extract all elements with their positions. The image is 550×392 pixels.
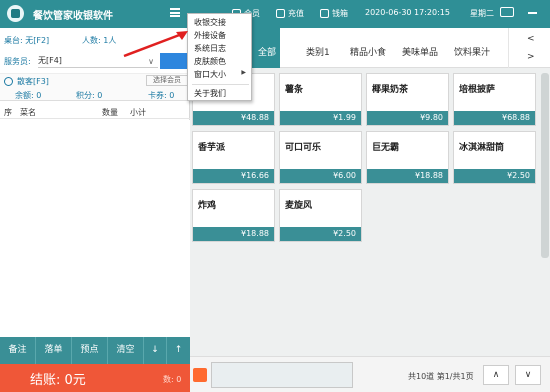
- submenu-arrow-icon: ▶: [241, 69, 246, 76]
- product-price: ¥1.99: [280, 111, 361, 125]
- product-name: 冰淇淋甜筒: [459, 143, 505, 153]
- product-name: 麦旋风: [285, 201, 313, 211]
- barcode-scan-icon[interactable]: [193, 368, 207, 382]
- product-price: ¥68.88: [454, 111, 535, 125]
- product-card[interactable]: 炸鸡 ¥18.88: [192, 189, 275, 242]
- menu-item-window-size[interactable]: 窗口大小 ▶: [194, 69, 249, 80]
- move-up-button[interactable]: ↑: [167, 337, 190, 364]
- app-window: 餐饮管家收银软件 会员 充值 钱箱 2020-06-30 17:20:15 星期…: [0, 0, 550, 392]
- product-grid: ¥48.88 薯条 ¥1.99 椰果奶茶 ¥9.80 培根披萨 ¥68.88 香…: [192, 73, 542, 333]
- recharge-icon: [276, 9, 285, 18]
- product-price: ¥9.80: [367, 111, 448, 125]
- tab-snacks[interactable]: 精品小食: [350, 45, 386, 58]
- member-points: 积分: 0: [76, 91, 103, 100]
- select-member-button[interactable]: 选择会员: [146, 75, 188, 86]
- tab-category1[interactable]: 类别1: [306, 45, 330, 58]
- product-card[interactable]: 巨无霸 ¥18.88: [366, 131, 449, 184]
- col-index: 序: [4, 108, 12, 117]
- order-list[interactable]: [0, 120, 190, 360]
- waiter-value: 无[F4]: [38, 56, 62, 65]
- people-info[interactable]: 人数: 1人: [82, 35, 116, 46]
- search-input[interactable]: [211, 362, 353, 388]
- product-name: 巨无霸: [372, 143, 400, 153]
- col-dish-name: 菜名: [20, 108, 36, 117]
- keyboard-icon[interactable]: [500, 7, 514, 17]
- checkout-button[interactable]: 结账: 0元 数: 0: [0, 364, 190, 392]
- checkout-label: 结账: 0元: [30, 373, 86, 388]
- category-scroll: < >: [508, 28, 550, 68]
- product-scrollbar[interactable]: [541, 73, 549, 258]
- product-card[interactable]: 冰淇淋甜筒 ¥2.50: [453, 131, 536, 184]
- item-count: 数: 0: [163, 375, 182, 384]
- cashbox-button[interactable]: 钱箱: [320, 8, 348, 19]
- menu-item-external-devices[interactable]: 外接设备: [194, 30, 226, 41]
- clear-button[interactable]: 清空: [108, 337, 144, 364]
- move-down-button[interactable]: ↓: [144, 337, 167, 364]
- chevron-right-icon[interactable]: >: [527, 52, 535, 62]
- chevron-left-icon[interactable]: <: [527, 34, 535, 44]
- table-info[interactable]: 桌台: 无[F2]: [4, 35, 49, 46]
- product-price: ¥16.66: [193, 169, 274, 183]
- menu-item-shift-handover[interactable]: 收银交接: [194, 17, 226, 28]
- tab-all[interactable]: 全部: [258, 45, 276, 58]
- product-name: 香芋派: [198, 143, 226, 153]
- recharge-button[interactable]: 充值: [276, 8, 304, 19]
- product-name: 椰果奶茶: [372, 85, 409, 95]
- cashbox-icon: [320, 9, 329, 18]
- tab-drinks[interactable]: 饮料果汁: [454, 45, 490, 58]
- order-panel: 桌台: 无[F2] 人数: 1人 服务员: 无[F4] ∨ 散客[F3] 选择会…: [0, 28, 190, 392]
- product-card[interactable]: 培根披萨 ¥68.88: [453, 73, 536, 126]
- member-card-coupon: 卡券: 0: [148, 91, 175, 100]
- product-card[interactable]: 麦旋风 ¥2.50: [279, 189, 362, 242]
- cashbox-label: 钱箱: [332, 9, 348, 18]
- product-name: 可口可乐: [285, 143, 322, 153]
- prev-page-button[interactable]: ∧: [483, 365, 509, 385]
- waiter-label: 服务员:: [4, 57, 31, 66]
- product-price: ¥18.88: [193, 227, 274, 241]
- minimize-icon[interactable]: [528, 12, 537, 14]
- product-card[interactable]: 椰果奶茶 ¥9.80: [366, 73, 449, 126]
- product-price: ¥2.50: [454, 169, 535, 183]
- member-balance: 余额: 0: [15, 91, 42, 100]
- product-card[interactable]: 可口可乐 ¥6.00: [279, 131, 362, 184]
- menu-icon[interactable]: [170, 8, 180, 17]
- menu-item-about[interactable]: 关于我们: [194, 88, 226, 99]
- tab-singles[interactable]: 美味单品: [402, 45, 438, 58]
- menu-item-system-log[interactable]: 系统日志: [194, 43, 226, 54]
- menu-item-window-size-label: 窗口大小: [194, 70, 226, 79]
- system-menu-dropdown: 收银交接 外接设备 系统日志 皮肤颜色 窗口大小 ▶ 关于我们: [187, 13, 252, 101]
- top-bar: 餐饮管家收银软件 会员 充值 钱箱 2020-06-30 17:20:15 星期…: [0, 0, 550, 28]
- app-logo-icon: [7, 5, 24, 22]
- datetime-display: 2020-06-30 17:20:15: [365, 8, 450, 17]
- app-title: 餐饮管家收银软件: [33, 11, 113, 22]
- order-action-bar: 备注 落单 预点 清空 ↓ ↑: [0, 337, 190, 364]
- pagination-info: 共10道 第1/共1页: [408, 372, 474, 381]
- annotation-arrow-icon: [123, 31, 188, 58]
- chevron-down-icon: ∨: [148, 57, 154, 66]
- product-price: ¥48.88: [193, 111, 274, 125]
- next-page-button[interactable]: ∨: [515, 365, 541, 385]
- bottom-bar: 共10道 第1/共1页 ∧ ∨: [190, 356, 550, 392]
- pre-order-button[interactable]: 预点: [72, 337, 108, 364]
- product-name: 培根披萨: [459, 85, 496, 95]
- recharge-label: 充值: [288, 9, 304, 18]
- product-name: 薯条: [285, 85, 304, 95]
- weekday-display: 星期二: [470, 9, 494, 18]
- menu-separator: [192, 84, 249, 85]
- product-card[interactable]: 薯条 ¥1.99: [279, 73, 362, 126]
- member-label[interactable]: 散客[F3]: [17, 76, 49, 87]
- order-table-header: 序 菜名 数量 小计: [0, 105, 190, 119]
- product-name: 炸鸡: [198, 201, 217, 211]
- product-price: ¥6.00: [280, 169, 361, 183]
- col-subtotal: 小计: [130, 108, 146, 117]
- place-order-button[interactable]: 落单: [36, 337, 72, 364]
- col-quantity: 数量: [102, 108, 118, 117]
- menu-item-skin-color[interactable]: 皮肤颜色: [194, 56, 226, 67]
- product-price: ¥2.50: [280, 227, 361, 241]
- product-price: ¥18.88: [367, 169, 448, 183]
- member-row: 散客[F3] 选择会员 余额: 0 积分: 0 卡券: 0: [0, 73, 190, 101]
- remark-button[interactable]: 备注: [0, 337, 36, 364]
- product-card[interactable]: 香芋派 ¥16.66: [192, 131, 275, 184]
- customer-icon: [4, 77, 13, 86]
